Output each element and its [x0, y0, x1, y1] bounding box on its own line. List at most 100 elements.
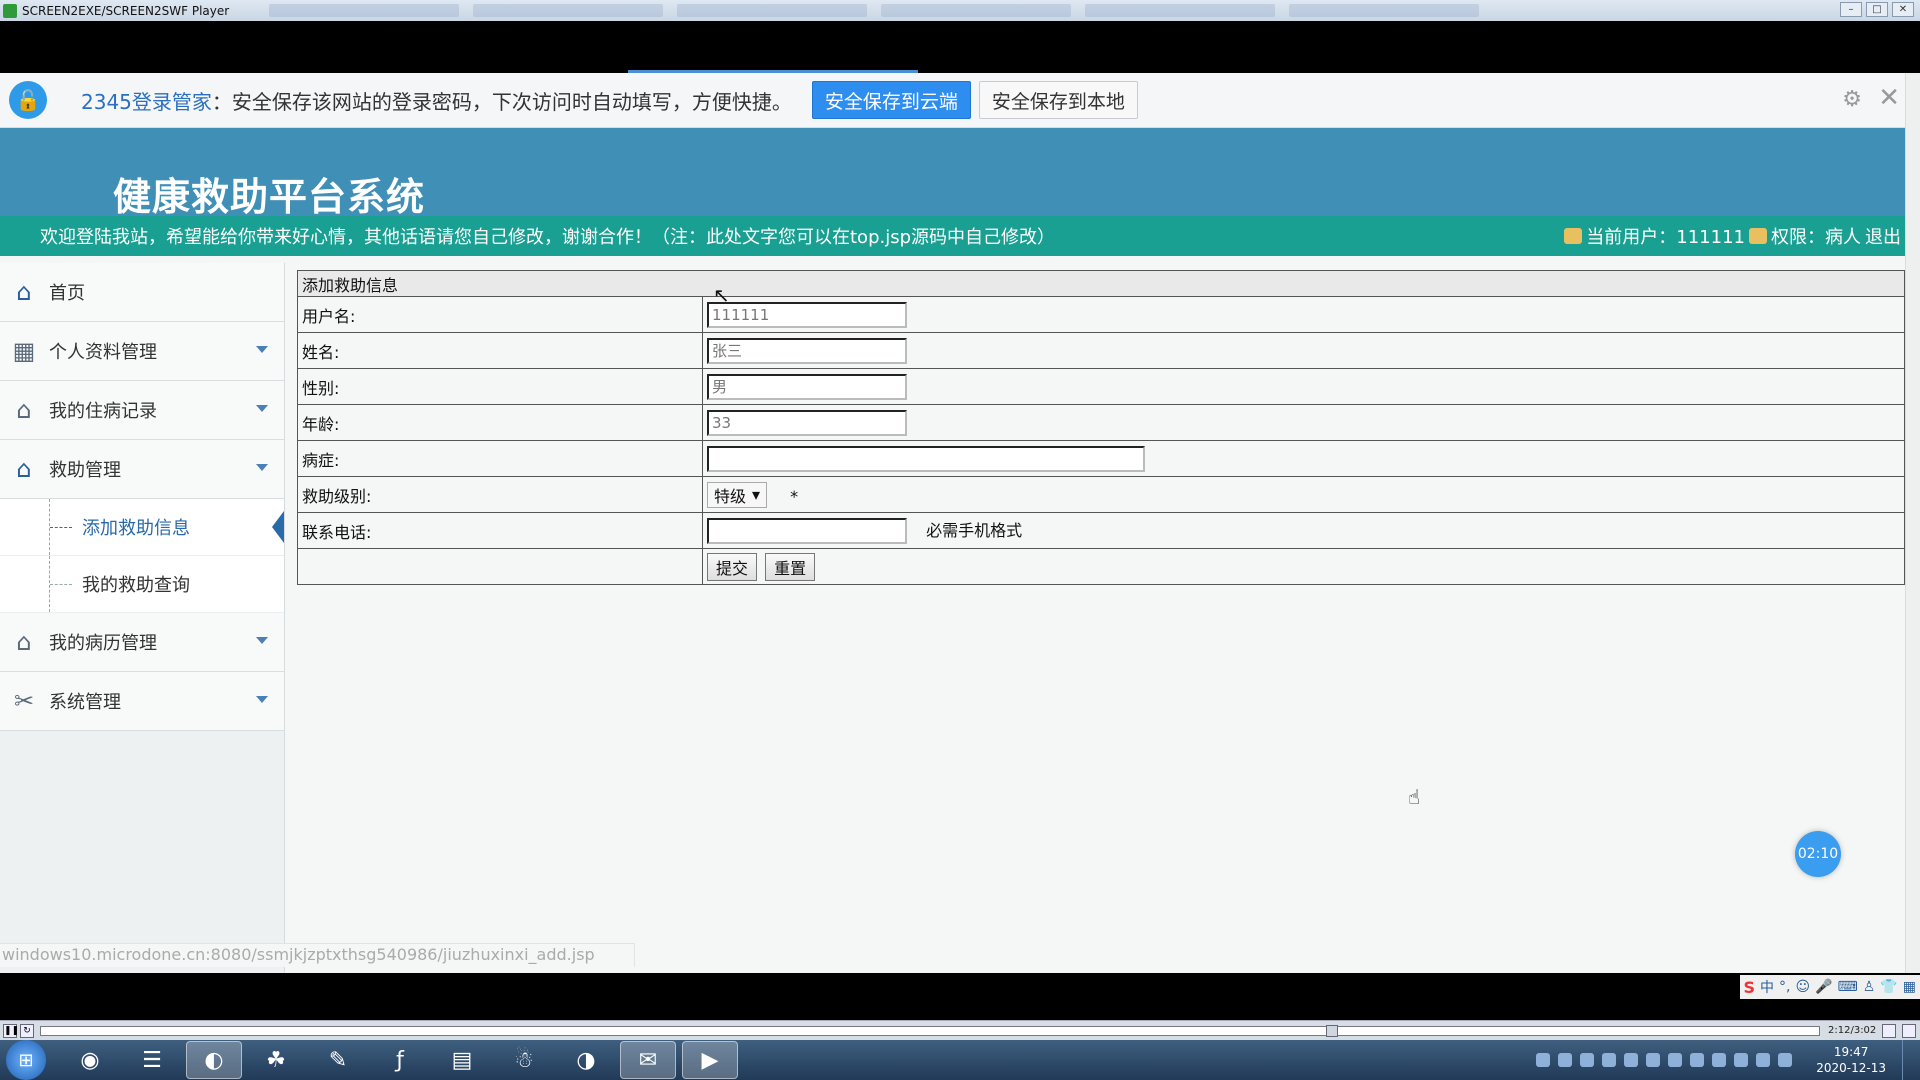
qq-icon[interactable]: ☃: [496, 1041, 552, 1079]
punctuation-icon[interactable]: °,: [1779, 979, 1790, 995]
info-icon[interactable]: [1902, 1023, 1917, 1038]
submit-button[interactable]: 提交: [707, 552, 758, 581]
disease-field[interactable]: [707, 445, 1145, 472]
name-field[interactable]: [707, 337, 907, 364]
wechat-icon[interactable]: ✉: [620, 1041, 676, 1079]
tray-icon[interactable]: [1536, 1053, 1551, 1067]
microphone-icon[interactable]: 🎤: [1815, 979, 1832, 995]
house-icon: ⌂: [16, 628, 32, 656]
tray-icon[interactable]: [1734, 1053, 1749, 1067]
phone-field[interactable]: [707, 518, 907, 544]
tray-icon[interactable]: [1602, 1053, 1617, 1067]
player-titlebar: SCREEN2EXE/SCREEN2SWF Player – □ ✕: [0, 0, 1920, 21]
chrome-icon[interactable]: ◉: [62, 1041, 118, 1079]
tray-icon[interactable]: [1558, 1053, 1573, 1067]
show-desktop-button[interactable]: [1902, 1040, 1916, 1080]
tray-icon[interactable]: [1580, 1053, 1595, 1067]
chevron-down-icon: [256, 696, 268, 703]
aid-level-value: 特级: [714, 486, 747, 506]
tree-branch: [50, 527, 72, 528]
tray-icon[interactable]: [1624, 1053, 1639, 1067]
maximize-icon[interactable]: □: [1866, 2, 1888, 17]
house-icon: ⌂: [16, 455, 32, 483]
gear-icon[interactable]: ⚙: [1842, 87, 1862, 112]
sogou-icon[interactable]: S: [1744, 978, 1756, 997]
user-icon[interactable]: ♙: [1863, 979, 1876, 995]
username-field[interactable]: [707, 301, 907, 328]
skin-icon[interactable]: 👕: [1880, 979, 1897, 995]
sidebar-item-label: 首页: [49, 283, 85, 304]
emoji-icon[interactable]: ☺: [1796, 979, 1811, 995]
pw-manager-message: ：安全保存该网站的登录密码，下次访问时自动填写，方便快捷。: [211, 89, 792, 114]
blurred-tab: [473, 4, 664, 17]
editor-app-icon[interactable]: ✎: [310, 1041, 366, 1079]
grid-icon[interactable]: ▦: [1903, 979, 1916, 995]
clock[interactable]: 19:47 2020-12-13: [1816, 1044, 1886, 1076]
fullscreen-icon[interactable]: [1882, 1023, 1897, 1038]
gender-field[interactable]: [707, 373, 907, 400]
welcome-bar: 欢迎登陆我站，希望能给你带来好心情，其他话语请您自己修改，谢谢合作！（注：此处文…: [0, 216, 1905, 256]
empty-cell: [297, 548, 703, 585]
reset-button[interactable]: 重置: [765, 552, 816, 581]
player-controls: ❚❚ ↻ 2:12/3:02: [0, 1020, 1920, 1040]
playback-slider[interactable]: [40, 1024, 1820, 1037]
folder-icon[interactable]: ▤: [434, 1041, 490, 1079]
timer-bubble[interactable]: 02:10: [1795, 831, 1841, 877]
dropdown-arrow-icon: ▾: [752, 485, 761, 504]
minimize-icon[interactable]: –: [1840, 2, 1862, 17]
logout-link[interactable]: 退出: [1865, 223, 1901, 249]
sidebar-subitem-my-aid-query[interactable]: 我的救助查询: [0, 556, 284, 613]
sidebar-item-system[interactable]: ✂ 系统管理: [0, 672, 284, 731]
close-window-icon[interactable]: ✕: [1892, 2, 1914, 17]
loop-icon[interactable]: ↻: [20, 1023, 34, 1038]
tray-icon[interactable]: [1712, 1053, 1727, 1067]
playback-thumb[interactable]: [1326, 1024, 1338, 1037]
tray-icon[interactable]: [1778, 1053, 1793, 1067]
tray-icon[interactable]: [1646, 1053, 1661, 1067]
status-url: windows10.microdone.cn:8080/ssmjkjzptxth…: [0, 943, 635, 967]
sidebar-item-home[interactable]: ⌂ 首页: [0, 263, 284, 322]
form-header-row: 添加救助信息: [297, 270, 1905, 297]
playback-time: 2:12/3:02: [1828, 1025, 1877, 1036]
tray-icon[interactable]: [1690, 1053, 1705, 1067]
taskbar-apps: ◉ ☰ ◐ ☘ ✎ ƒ ▤ ☃ ◑ ✉ ▶: [62, 1041, 738, 1079]
name-label: 姓名:: [297, 332, 703, 369]
start-button[interactable]: ⊞: [6, 1040, 46, 1080]
password-manager-bar: 🔓 2345登录管家 ：安全保存该网站的登录密码，下次访问时自动填写，方便快捷。…: [0, 73, 1920, 128]
taskbar: ⊞ ◉ ☰ ◐ ☘ ✎ ƒ ▤ ☃ ◑ ✉ ▶ 19:47 2020-12-13: [0, 1040, 1920, 1080]
flash-app-icon[interactable]: ƒ: [372, 1041, 428, 1079]
grid-icon: ▦: [12, 337, 36, 365]
keyboard-icon[interactable]: ⌨: [1838, 979, 1858, 995]
sidebar-item-aid-management[interactable]: ⌂ 救助管理: [0, 440, 284, 499]
sidebar-item-label: 个人资料管理: [49, 342, 157, 363]
tray-icon[interactable]: [1756, 1053, 1771, 1067]
menu-app-icon[interactable]: ☰: [124, 1041, 180, 1079]
sidebar-item-profile[interactable]: ▦ 个人资料管理: [0, 322, 284, 381]
player-app-icon[interactable]: ▶: [682, 1041, 738, 1079]
clock-date: 2020-12-13: [1816, 1061, 1886, 1075]
sidebar-subitem-add-aid[interactable]: 添加救助信息: [0, 499, 284, 556]
tree-branch: [50, 584, 72, 585]
sidebar-item-label: 我的病历管理: [49, 633, 157, 654]
sidebar-item-medical-history[interactable]: ⌂ 我的病历管理: [0, 613, 284, 672]
sidebar-item-hospital-records[interactable]: ⌂ 我的住病记录: [0, 381, 284, 440]
browser-app-icon[interactable]: ◐: [186, 1041, 242, 1079]
browser-content: 🔓 2345登录管家 ：安全保存该网站的登录密码，下次访问时自动填写，方便快捷。…: [0, 73, 1920, 973]
audio-app-icon[interactable]: ◑: [558, 1041, 614, 1079]
chevron-down-icon: [256, 637, 268, 644]
save-to-local-button[interactable]: 安全保存到本地: [978, 81, 1138, 119]
blurred-tabs: [269, 4, 1480, 17]
hand-cursor-icon: ☝: [1408, 785, 1421, 809]
save-to-cloud-button[interactable]: 安全保存到云端: [811, 81, 971, 119]
pause-icon[interactable]: ❚❚: [3, 1023, 19, 1038]
aid-level-select[interactable]: 特级 ▾: [707, 481, 768, 508]
phone-label: 联系电话:: [297, 512, 703, 549]
close-icon[interactable]: ✕: [1878, 83, 1900, 113]
leaf-app-icon[interactable]: ☘: [248, 1041, 304, 1079]
age-field[interactable]: [707, 409, 907, 436]
scrollbar[interactable]: [1905, 73, 1920, 973]
sidebar-item-label: 救助管理: [49, 460, 121, 481]
ime-lang[interactable]: 中: [1760, 977, 1774, 997]
aid-level-label: 救助级别:: [297, 476, 703, 513]
tray-icon[interactable]: [1668, 1053, 1683, 1067]
